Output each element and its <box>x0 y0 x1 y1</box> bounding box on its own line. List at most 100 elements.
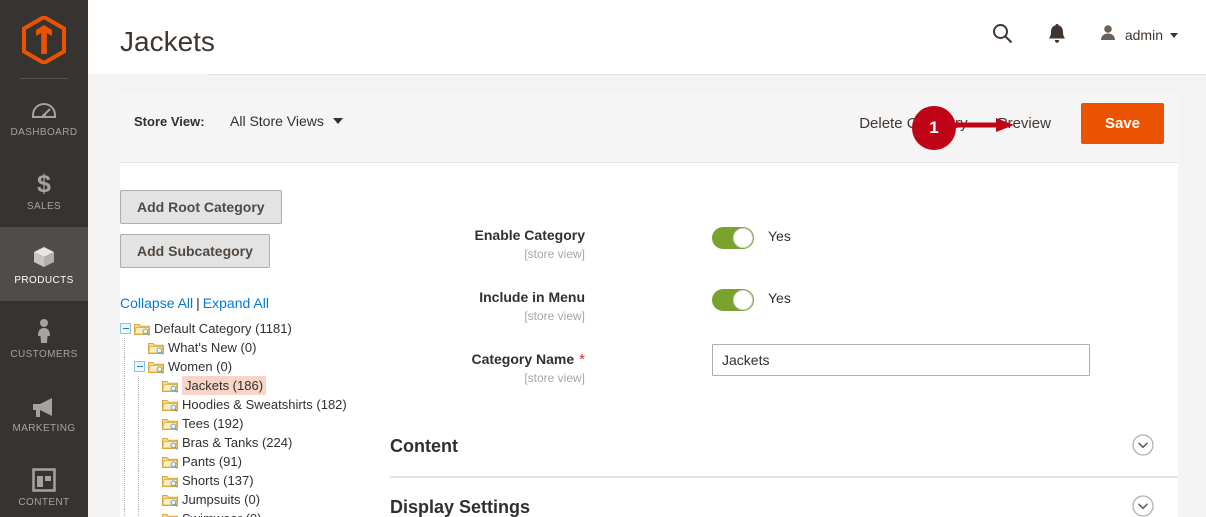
enable-category-value: Yes <box>768 228 791 244</box>
category-tree-node[interactable]: Hoodies & Sweatshirts (182) <box>120 395 388 414</box>
collapse-all-link[interactable]: Collapse All <box>120 295 193 311</box>
chevron-down-circle-icon <box>1132 434 1154 461</box>
sidebar-label: MARKETING <box>12 422 76 434</box>
magento-admin-page: DASHBOARD $ SALES PRODUCTS CUSTOMERS MAR… <box>0 0 1206 517</box>
header-tools: admin <box>988 20 1178 50</box>
store-view-value: All Store Views <box>230 113 324 129</box>
category-name-input[interactable] <box>712 344 1090 376</box>
store-view-select[interactable]: All Store Views <box>230 113 343 129</box>
tree-indent-guide <box>134 490 148 509</box>
tree-indent-guide <box>120 490 134 509</box>
include-in-menu-value: Yes <box>768 290 791 306</box>
field-label: Enable Category [store view] <box>255 227 585 261</box>
tree-indent-guide <box>120 338 134 357</box>
header-divider <box>208 74 1206 75</box>
tree-collapse-toggle-icon[interactable] <box>134 361 145 372</box>
sidebar-label: PRODUCTS <box>14 274 74 286</box>
admin-user-menu[interactable]: admin <box>1097 22 1178 48</box>
category-tree-node-label[interactable]: What's New (0) <box>168 338 256 357</box>
category-tree: Default Category (1181) What's New (0) Wom… <box>120 319 388 517</box>
annotation-step-badge: 1 <box>912 106 956 150</box>
global-search-button[interactable] <box>988 20 1018 50</box>
tree-indent-guide <box>134 376 148 395</box>
tree-indent-guide <box>134 452 148 471</box>
box-icon <box>31 243 57 270</box>
category-tree-node-label[interactable]: Women (0) <box>168 357 232 376</box>
category-tree-node-label[interactable]: Swimwear (0) <box>182 509 261 517</box>
sidebar-item-content[interactable]: CONTENT <box>0 449 88 517</box>
tree-indent-guide <box>120 509 134 517</box>
category-edit-panel: Add Root Category Add Subcategory Collap… <box>120 163 1178 517</box>
collapsible-sections: Content Display Settings <box>390 417 1178 517</box>
add-subcategory-button[interactable]: Add Subcategory <box>120 234 270 268</box>
add-root-category-button[interactable]: Add Root Category <box>120 190 282 224</box>
sidebar-item-sales[interactable]: $ SALES <box>0 153 88 227</box>
section-content[interactable]: Content <box>390 417 1178 476</box>
field-label-text: Enable Category <box>474 227 585 243</box>
folder-icon <box>162 436 178 450</box>
magento-logo[interactable] <box>0 0 88 72</box>
category-tree-node[interactable]: Swimwear (0) <box>120 509 388 517</box>
folder-icon <box>148 360 164 374</box>
page-title: Jackets <box>120 26 215 57</box>
sidebar-item-dashboard[interactable]: DASHBOARD <box>0 79 88 153</box>
tree-indent-guide <box>134 509 148 517</box>
category-tree-node[interactable]: Tees (192) <box>120 414 388 433</box>
search-icon <box>992 23 1013 47</box>
page-header: Jackets admin <box>88 0 1206 75</box>
category-tree-node-label[interactable]: Shorts (137) <box>182 471 254 490</box>
tree-indent-guide <box>120 433 134 452</box>
category-tree-node-label[interactable]: Tees (192) <box>182 414 243 433</box>
user-avatar-icon <box>1097 22 1118 48</box>
chevron-down-icon <box>332 118 343 124</box>
section-title: Content <box>390 436 458 456</box>
category-tree-node-label[interactable]: Jumpsuits (0) <box>182 490 260 509</box>
tree-indent-guide <box>120 414 134 433</box>
category-tree-node[interactable]: Bras & Tanks (224) <box>120 433 388 452</box>
tree-collapse-toggle-icon[interactable] <box>120 323 131 334</box>
notifications-button[interactable] <box>1042 20 1072 50</box>
sidebar-item-products[interactable]: PRODUCTS <box>0 227 88 301</box>
enable-category-toggle[interactable] <box>712 227 754 249</box>
tree-indent-guide <box>134 433 148 452</box>
category-tree-node-label[interactable]: Hoodies & Sweatshirts (182) <box>182 395 347 414</box>
toggle-knob <box>733 228 753 248</box>
category-tree-node[interactable]: Shorts (137) <box>120 471 388 490</box>
folder-icon <box>162 474 178 488</box>
category-tree-node-label[interactable]: Pants (91) <box>182 452 242 471</box>
tree-indent-guide <box>120 376 134 395</box>
sidebar-label: DASHBOARD <box>10 126 78 138</box>
field-label-text: Category Name <box>471 351 575 367</box>
folder-icon <box>162 379 178 393</box>
category-form: Enable Category [store view] Yes Include… <box>390 163 1178 413</box>
category-tree-node-label[interactable]: Jackets (186) <box>182 376 267 395</box>
section-display-settings[interactable]: Display Settings <box>390 477 1178 517</box>
category-tree-node-label[interactable]: Bras & Tanks (224) <box>182 433 292 452</box>
field-include-in-menu: Include in Menu [store view] Yes <box>390 289 1178 351</box>
tree-indent-guide <box>120 452 134 471</box>
tree-indent-guide <box>120 471 134 490</box>
bell-icon <box>1048 23 1066 47</box>
sidebar-item-customers[interactable]: CUSTOMERS <box>0 301 88 375</box>
folder-icon <box>162 398 178 412</box>
svg-text:$: $ <box>37 170 51 196</box>
field-category-name: Category Name * [store view] <box>390 344 1178 413</box>
field-scope-note: [store view] <box>524 371 585 385</box>
layout-page-icon <box>32 465 56 492</box>
field-label-text: Include in Menu <box>479 289 585 305</box>
admin-user-name: admin <box>1124 27 1163 43</box>
field-scope-note: [store view] <box>524 247 585 261</box>
sidebar-item-marketing[interactable]: MARKETING <box>0 375 88 449</box>
category-tree-node[interactable]: Pants (91) <box>120 452 388 471</box>
folder-icon <box>162 455 178 469</box>
megaphone-icon <box>30 391 58 418</box>
store-view-label: Store View: <box>134 114 205 129</box>
save-button[interactable]: Save <box>1080 103 1164 144</box>
tree-indent-guide <box>134 395 148 414</box>
folder-icon <box>162 512 178 517</box>
tree-indent-guide <box>134 471 148 490</box>
include-in-menu-toggle[interactable] <box>712 289 754 311</box>
field-label: Category Name * [store view] <box>255 351 585 385</box>
chevron-down-icon <box>1170 32 1178 38</box>
category-tree-node[interactable]: Jumpsuits (0) <box>120 490 388 509</box>
